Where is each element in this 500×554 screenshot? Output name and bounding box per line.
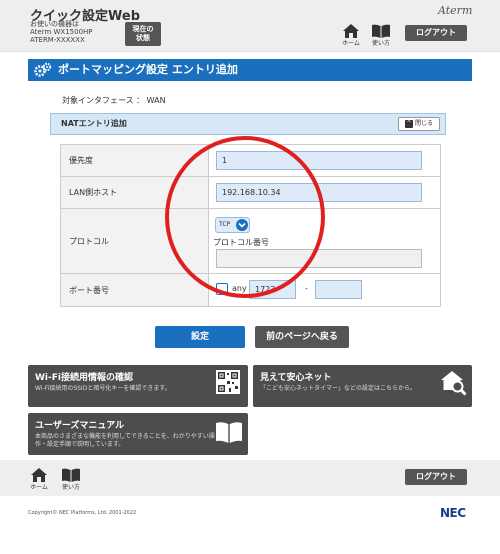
page-title: ポートマッピング設定 エントリ追加 <box>58 63 238 76</box>
gear-icon <box>34 62 52 77</box>
qr-code-icon <box>216 370 240 394</box>
user-manual-tile[interactable]: ユーザーズマニュアル 本商品のさまざまな機能を利用してできることを、わかりやすい… <box>28 413 248 455</box>
safety-net-tile[interactable]: 見えて安心ネット 「こども安心ネットタイマー」などの設定はこちらから。 <box>253 365 472 407</box>
bottom-footer: ホーム 使い方 ログアウト <box>0 460 500 496</box>
footer-home-link[interactable]: ホーム <box>28 468 50 491</box>
header-home-label: ホーム <box>342 40 360 47</box>
submit-button[interactable]: 設定 <box>155 326 245 348</box>
manual-tile-desc-line2: 作・設定手順で説明しています。 <box>35 441 125 448</box>
book-icon <box>372 24 390 38</box>
footer-logout-button[interactable]: ログアウト <box>405 469 467 485</box>
footer-manual-link[interactable]: 使い方 <box>60 468 82 491</box>
wifi-tile-title: Wi-Fi接続用情報の確認 <box>35 373 133 383</box>
home-search-icon <box>441 371 467 396</box>
company-logo: NEC <box>440 506 466 520</box>
header-logout-button[interactable]: ログアウト <box>405 25 467 41</box>
nat-section-header: NATエントリ追加 ^ 閉じる <box>50 113 446 135</box>
header-home-link[interactable]: ホーム <box>340 24 362 47</box>
nat-section-title: NATエントリ追加 <box>61 119 127 128</box>
port-range-separator: - <box>305 284 308 293</box>
top-header: クイック設定Web お使いの機器は Aterm WX1500HP ATERM-X… <box>0 0 500 52</box>
collapse-button[interactable]: ^ 閉じる <box>398 117 440 131</box>
device-caption: お使いの機器は <box>30 20 79 28</box>
status-button-line1: 現在の <box>132 25 154 33</box>
collapse-label: 閉じる <box>414 120 433 127</box>
manual-tile-desc-line1: 本商品のさまざまな機能を利用してできることを、わかりやすい操 <box>35 433 215 440</box>
header-manual-link[interactable]: 使い方 <box>370 24 392 47</box>
home-icon <box>343 24 359 38</box>
chevron-up-icon: ^ <box>405 119 414 128</box>
model-name: Aterm WX1500HP <box>30 28 93 36</box>
header-manual-label: 使い方 <box>371 40 390 47</box>
safety-tile-desc: 「こども安心ネットタイマー」などの設定はこちらから。 <box>260 385 417 392</box>
safety-tile-title: 見えて安心ネット <box>260 373 332 383</box>
brand-logo: Aterm <box>438 4 473 17</box>
back-button[interactable]: 前のページへ戻る <box>255 326 349 348</box>
home-icon <box>31 468 47 482</box>
target-interface-text: 対象インタフェース ： WAN <box>62 96 166 105</box>
highlight-circle <box>165 136 325 298</box>
wifi-tile-desc: Wi-Fi接続用のSSIDと暗号化キーを確認できます。 <box>35 385 171 392</box>
port-label: ポート番号 <box>61 274 209 306</box>
wifi-info-tile[interactable]: Wi-Fi接続用情報の確認 Wi-Fi接続用のSSIDと暗号化キーを確認できます… <box>28 365 248 407</box>
status-button-line2: 状態 <box>136 34 150 42</box>
open-book-icon <box>216 422 242 443</box>
page-title-bar: ポートマッピング設定 エントリ追加 <box>28 59 472 81</box>
manual-tile-title: ユーザーズマニュアル <box>35 421 125 431</box>
device-id: ATERM-XXXXXX <box>30 36 85 44</box>
book-icon <box>62 468 80 482</box>
current-status-button[interactable]: 現在の 状態 <box>125 22 161 46</box>
footer-manual-label: 使い方 <box>61 484 80 491</box>
copyright-text: Copyright© NEC Platforms, Ltd. 2001-2022 <box>28 510 137 516</box>
footer-home-label: ホーム <box>30 484 48 491</box>
port-to-input[interactable] <box>315 280 362 299</box>
